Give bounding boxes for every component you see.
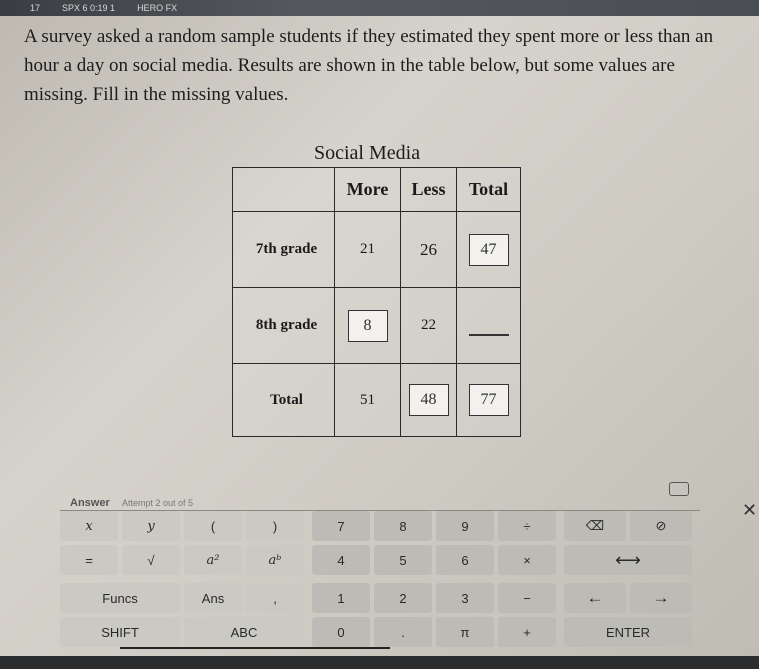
key-open-paren[interactable]: ( [184, 511, 242, 541]
focus-underline [120, 647, 390, 649]
row-label-total: Total [232, 363, 335, 437]
key-9[interactable]: 9 [436, 511, 494, 541]
key-decimal[interactable]: . [374, 617, 432, 647]
key-y[interactable]: y [122, 511, 180, 541]
cell-8th-more: 8 [334, 287, 401, 364]
math-keypad: x y ( ) 7 8 9 ÷ ⌫ ⊘ = √ a² aᵇ 4 5 6 × ⟷ … [60, 505, 700, 655]
key-close-paren[interactable]: ) [246, 511, 304, 541]
backspace-icon[interactable]: ⌫ [564, 511, 626, 541]
tab-label: HERO FX [137, 3, 178, 13]
cell-7th-more: 21 [334, 211, 401, 288]
key-comma[interactable]: , [246, 583, 304, 613]
key-multiply[interactable]: × [498, 545, 556, 575]
tab-label: 17 [30, 3, 41, 13]
key-minus[interactable]: − [498, 583, 556, 613]
answer-input-7th-total[interactable]: 47 [468, 233, 509, 266]
key-5[interactable]: 5 [374, 545, 432, 575]
key-8[interactable]: 8 [374, 511, 432, 541]
key-4[interactable]: 4 [312, 545, 370, 575]
key-abc[interactable]: ABC [184, 617, 304, 647]
question-text: A survey asked a random sample students … [24, 26, 714, 105]
browser-tab-bar: 17 SPX 6 0:19 1 HERO FX [0, 0, 759, 16]
clear-icon[interactable]: ⊘ [630, 511, 692, 541]
key-ans[interactable]: Ans [184, 583, 242, 613]
corner-cell [232, 167, 335, 212]
row-label-8th: 8th grade [232, 287, 335, 364]
cell-8th-total [456, 287, 521, 364]
cell-total-total: 77 [456, 363, 521, 437]
key-plus[interactable]: + [498, 617, 556, 647]
cell-7th-less: 26 [400, 211, 457, 288]
key-equals[interactable]: = [60, 545, 118, 575]
resize-arrows-icon[interactable]: ⟷ [564, 545, 692, 575]
key-3[interactable]: 3 [436, 583, 494, 613]
enter-button[interactable]: ENTER [564, 617, 692, 647]
key-x[interactable]: x [60, 511, 118, 541]
close-icon[interactable]: ✕ [742, 500, 757, 521]
answer-input-8th-total[interactable] [468, 310, 509, 336]
table-title: Social Media [314, 142, 421, 164]
arrow-left-icon[interactable]: ← [564, 583, 626, 613]
header-more: More [334, 167, 401, 212]
tab-label: SPX 6 0:19 1 [62, 3, 116, 13]
row-label-7th: 7th grade [232, 211, 335, 288]
cell-total-less: 48 [400, 363, 457, 437]
answer-input-8th-more[interactable]: 8 [347, 309, 388, 342]
header-total: Total [456, 167, 521, 212]
key-funcs[interactable]: Funcs [60, 583, 180, 613]
header-less: Less [400, 167, 457, 212]
key-6[interactable]: 6 [436, 545, 494, 575]
key-square[interactable]: a² [184, 545, 242, 575]
bottom-bar [0, 656, 759, 669]
answer-input-total-total[interactable]: 77 [468, 384, 509, 416]
key-divide[interactable]: ÷ [498, 511, 556, 541]
key-pi[interactable]: π [436, 617, 494, 647]
key-1[interactable]: 1 [312, 583, 370, 613]
key-power[interactable]: aᵇ [246, 545, 304, 575]
cell-8th-less: 22 [400, 287, 457, 364]
key-sqrt[interactable]: √ [122, 545, 180, 575]
keyboard-toggle-icon[interactable] [669, 482, 689, 496]
key-7[interactable]: 7 [312, 511, 370, 541]
cell-7th-total: 47 [456, 211, 521, 288]
key-0[interactable]: 0 [312, 617, 370, 647]
cell-total-more: 51 [334, 363, 401, 437]
two-way-table: More Less Total 7th grade 21 26 47 8th g… [232, 167, 521, 437]
key-shift[interactable]: SHIFT [60, 617, 180, 647]
arrow-right-icon[interactable]: → [630, 583, 692, 613]
answer-input-total-less[interactable]: 48 [408, 384, 449, 416]
key-2[interactable]: 2 [374, 583, 432, 613]
